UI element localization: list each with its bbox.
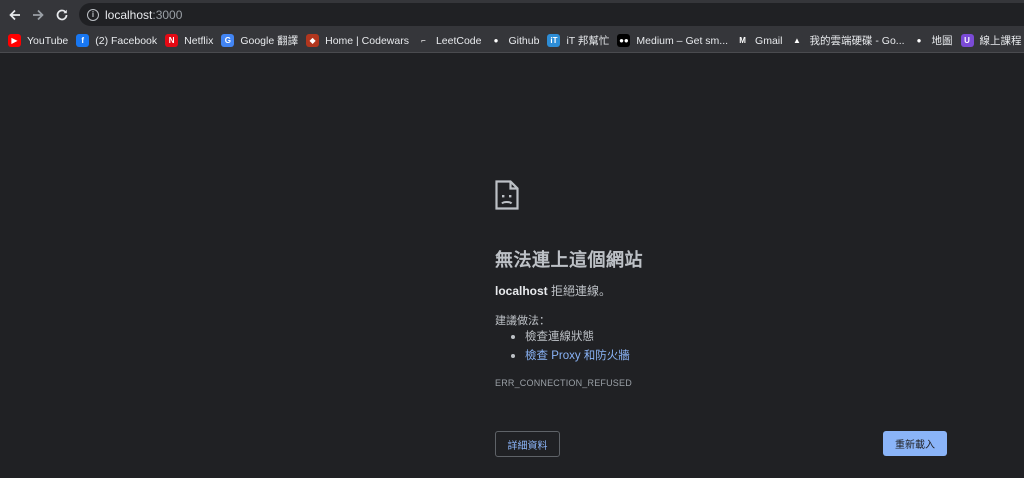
back-button[interactable]	[3, 3, 27, 27]
bookmark-item[interactable]: G Google 翻譯	[219, 31, 304, 51]
course-icon: U	[960, 34, 974, 47]
browser-toolbar: i localhost:3000	[0, 0, 1024, 29]
arrow-right-icon	[33, 9, 44, 21]
bookmark-label: 我的雲端硬碟 - Go...	[809, 35, 905, 47]
bookmark-label: Github	[508, 34, 540, 47]
bookmark-item[interactable]: ● 地圖	[911, 31, 959, 51]
suggestions-list: 檢查連線狀態 檢查 Proxy 和防火牆	[511, 328, 630, 366]
forward-button[interactable]	[26, 3, 50, 27]
error-page: 無法連上這個網站 localhost 拒絕連線。 建議做法： 檢查連線狀態 檢查…	[0, 54, 1024, 478]
bookmark-item[interactable]: ●● Medium – Get sm...	[615, 31, 734, 51]
bookmark-item[interactable]: N Netflix	[163, 31, 219, 51]
address-bar[interactable]: i localhost:3000	[79, 3, 1024, 26]
bookmark-label: YouTube	[27, 34, 69, 47]
medium-icon: ●●	[617, 34, 631, 47]
bookmark-item[interactable]: iT iT 邦幫忙	[545, 31, 615, 51]
gmail-icon: M	[736, 34, 750, 47]
refresh-icon	[56, 9, 68, 21]
bookmark-item[interactable]: ◆ Home | Codewars	[304, 31, 415, 51]
bookmarks-bar: ▶ YouTube f (2) Facebook N Netflix G Google 翻譯 ◆…	[0, 29, 1024, 53]
bookmark-item[interactable]: U 線上課程 - 隨時隨	[959, 31, 1024, 51]
arrow-left-icon	[9, 9, 20, 21]
info-icon[interactable]: i	[87, 8, 99, 21]
bookmark-label: Gmail	[755, 34, 783, 47]
details-button[interactable]: 詳細資料	[495, 431, 560, 457]
codewars-icon: ◆	[306, 34, 320, 47]
error-code: ERR_CONNECTION_REFUSED	[495, 378, 632, 388]
google-maps-icon: ●	[912, 34, 926, 47]
url-port: :3000	[152, 7, 183, 22]
bookmark-item[interactable]: M Gmail	[734, 31, 788, 51]
netflix-icon: N	[165, 34, 179, 47]
error-host: localhost	[495, 284, 548, 298]
bookmark-label: 線上課程 - 隨時隨	[979, 35, 1024, 47]
bookmark-label: Medium – Get sm...	[636, 34, 729, 47]
reload-browser-button[interactable]	[50, 3, 74, 27]
leetcode-icon: ⌐	[416, 34, 430, 47]
suggestion-check-connection: 檢查連線狀態	[511, 328, 630, 347]
suggestion-check-proxy-link[interactable]: 檢查 Proxy 和防火牆	[511, 347, 630, 366]
bookmark-item[interactable]: ● Github	[488, 31, 546, 51]
ithome-icon: iT	[547, 34, 561, 47]
facebook-icon: f	[76, 34, 90, 47]
google-drive-icon: ▲	[790, 34, 804, 47]
bookmark-label: LeetCode	[435, 34, 482, 47]
sad-page-icon	[495, 180, 519, 210]
github-icon: ●	[489, 34, 503, 47]
suggestions-label: 建議做法：	[495, 315, 550, 327]
error-message: localhost 拒絕連線。	[495, 282, 611, 299]
bookmark-label: iT 邦幫忙	[566, 35, 610, 47]
bookmark-item[interactable]: ▲ 我的雲端硬碟 - Go...	[788, 31, 910, 51]
bookmark-label: Netflix	[184, 34, 214, 47]
bookmark-label: Home | Codewars	[325, 34, 409, 47]
bookmark-label: 地圖	[931, 35, 953, 47]
bookmark-label: Google 翻譯	[240, 35, 299, 47]
bookmark-item[interactable]: ▶ YouTube	[6, 31, 74, 51]
error-message-text: 拒絕連線。	[547, 284, 612, 298]
url-host: localhost	[105, 7, 153, 22]
bookmark-label: (2) Facebook	[95, 34, 158, 47]
reload-button[interactable]: 重新載入	[883, 431, 947, 456]
error-title: 無法連上這個網站	[495, 250, 643, 270]
google-translate-icon: G	[221, 34, 235, 47]
bookmark-item[interactable]: ⌐ LeetCode	[415, 31, 488, 51]
bookmark-item[interactable]: f (2) Facebook	[74, 31, 163, 51]
youtube-icon: ▶	[8, 34, 21, 47]
